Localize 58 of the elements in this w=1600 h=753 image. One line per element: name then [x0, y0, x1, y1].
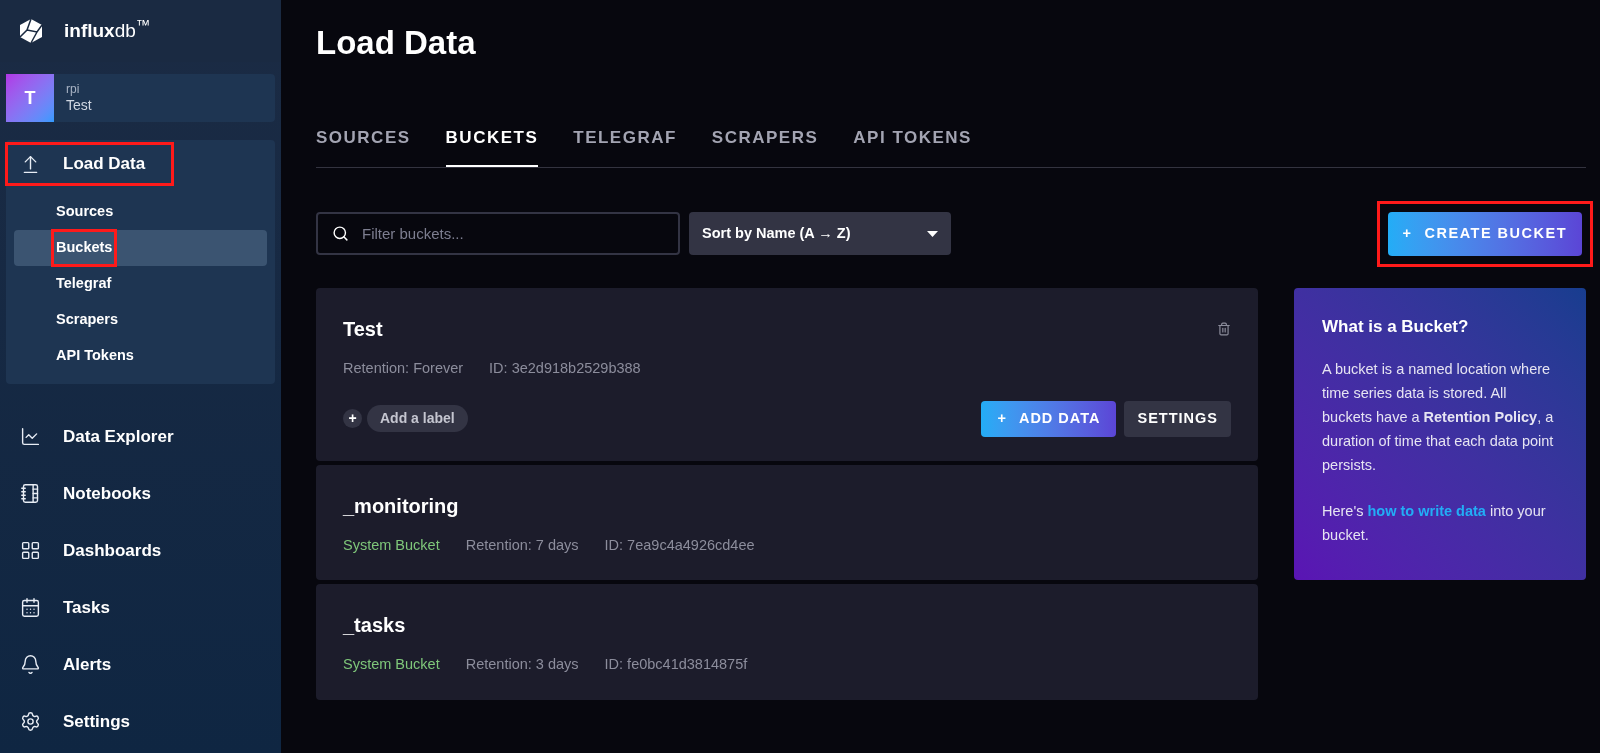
bucket-title[interactable]: _monitoring [343, 490, 459, 521]
add-label-button[interactable]: Add a label [367, 405, 468, 432]
bucket-id: ID: fe0bc41d3814875f [604, 655, 748, 675]
tab[interactable]: TELEGRAF [573, 125, 677, 167]
calendar-icon [20, 597, 41, 618]
org-avatar: T [6, 74, 54, 122]
add-label-plus-icon[interactable]: + [343, 409, 362, 428]
system-bucket-tag: System Bucket [343, 534, 440, 557]
nav-subitem[interactable]: Scrapers [14, 302, 267, 338]
settings-button[interactable]: SETTINGS [1124, 400, 1231, 437]
notebook-icon [20, 483, 41, 504]
org-name: rpi [66, 81, 81, 97]
nav-item[interactable]: Settings [8, 702, 157, 741]
bucket-name: Test [66, 96, 92, 115]
bucket-id: ID: 3e2d918b2529b388 [489, 358, 641, 378]
bucket-card[interactable]: Test Retention: Forever ID: 3e2d918b2529b388 + Add a label + ADD DATA SETTINGS [316, 287, 1258, 461]
nav-item[interactable]: Dashboards [8, 531, 188, 570]
tab[interactable]: BUCKETS [445, 125, 539, 167]
nav-item[interactable]: Notebooks [8, 474, 177, 513]
page-title: Load Data [316, 23, 477, 63]
bucket-title[interactable]: _tasks [343, 610, 406, 641]
logo-icon [18, 18, 44, 44]
nav-subitem[interactable]: Telegraf [14, 266, 267, 302]
settings-icon [20, 711, 41, 732]
retention-text: Retention: Forever [343, 358, 464, 378]
retention-text: Retention: 7 days [465, 535, 579, 555]
nav-item[interactable]: Tasks [8, 588, 136, 627]
caret-icon [927, 230, 938, 237]
line-chart-icon [20, 426, 41, 447]
nav-item[interactable]: Alerts [8, 645, 138, 684]
system-bucket-tag: System Bucket [343, 654, 440, 676]
tab[interactable]: SOURCES [316, 125, 411, 167]
create-bucket-button[interactable]: + CREATE BUCKET [1387, 211, 1582, 256]
sort-dropdown[interactable]: Sort by Name (A → Z) [689, 212, 951, 256]
org-card[interactable]: T rpi Test [6, 74, 275, 122]
nav-item[interactable]: Data Explorer [8, 417, 200, 456]
bucket-id: ID: 7ea9c4a4926cd4ee [604, 535, 755, 555]
trash-icon[interactable] [1217, 321, 1231, 336]
brand-logo-text[interactable]: influxdb$^{™}$ [64, 16, 151, 46]
search-icon [332, 225, 349, 243]
info-title: What is a Bucket? [1322, 315, 1470, 338]
bell-icon [20, 654, 41, 675]
grid-icon [20, 540, 41, 561]
bucket-card[interactable]: _monitoring System Bucket Retention: 7 days ID: 7ea9c4a4926cd4ee [316, 464, 1258, 581]
nav-item[interactable]: Load Data [8, 145, 172, 183]
nav-subitem[interactable]: API Tokens [14, 338, 267, 374]
nav-subitem[interactable]: Sources [14, 194, 267, 230]
filter-field[interactable]: Filter buckets... [316, 212, 680, 256]
info-paragraph: A bucket is a named location where time series data is stored. All buckets have a Retention Policy, a duration of time that each data point persists. [1322, 360, 1555, 476]
nav-subitem[interactable]: Buckets [14, 230, 267, 266]
add-data-button[interactable]: + ADD DATA [981, 400, 1117, 437]
bucket-card[interactable]: _tasks System Bucket Retention: 3 days ID: fe0bc41d3814875f [316, 584, 1258, 700]
info-paragraph: Here's how to write data into your bucket. [1322, 502, 1547, 546]
retention-text: Retention: 3 days [465, 655, 579, 675]
how-to-write-data-link[interactable]: how to write data [1367, 503, 1486, 520]
bucket-title[interactable]: Test [343, 313, 383, 344]
tab[interactable]: SCRAPERS [711, 125, 819, 167]
tab[interactable]: API TOKENS [853, 125, 972, 167]
